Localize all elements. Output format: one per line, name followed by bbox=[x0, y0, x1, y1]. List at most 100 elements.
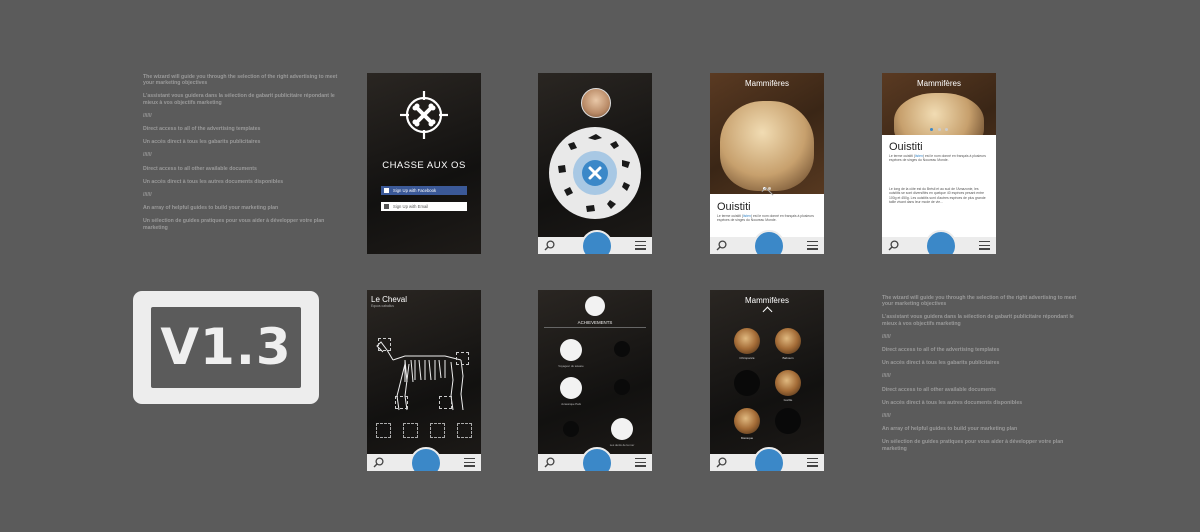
home-crosshair-button[interactable] bbox=[581, 230, 613, 254]
bottom-nav bbox=[367, 447, 481, 471]
note-line: Un sélection de guides pratiques pour vo… bbox=[882, 439, 1064, 452]
menu-icon[interactable] bbox=[635, 458, 646, 467]
note-line: L'assistant vous guidera dans la sélecti… bbox=[143, 93, 335, 106]
facebook-signup-button[interactable]: Sign Up with Facebook bbox=[381, 186, 467, 195]
app-title: CHASSE AUX OS bbox=[382, 160, 466, 171]
listen-link[interactable]: listen bbox=[743, 214, 751, 218]
skull-label: Babouin bbox=[782, 356, 794, 360]
locked-achievement-icon[interactable] bbox=[563, 421, 579, 437]
animal-name: Ouistiti bbox=[717, 201, 751, 213]
note-line: ////// bbox=[143, 192, 152, 199]
bone-slot[interactable] bbox=[456, 352, 469, 365]
locked-achievement-icon[interactable] bbox=[614, 341, 630, 357]
achievements-screen: ACHIEVEMENTS Voyageur du savane Jurassiq… bbox=[538, 290, 652, 471]
menu-icon[interactable] bbox=[807, 458, 818, 467]
bone-piece[interactable] bbox=[457, 423, 472, 438]
search-icon[interactable] bbox=[544, 457, 555, 468]
medal-icon bbox=[585, 296, 605, 316]
note-line: Direct access to all other available doc… bbox=[143, 165, 257, 172]
version-badge: V1.3 bbox=[133, 291, 319, 404]
note-line: The wizard will guide you through the se… bbox=[882, 295, 1077, 308]
chevron-up-icon[interactable] bbox=[762, 306, 773, 317]
search-icon[interactable] bbox=[716, 457, 727, 468]
animal-name: Ouistiti bbox=[889, 141, 923, 153]
locked-skull-icon[interactable] bbox=[734, 370, 760, 396]
animal-short-description: Le terme ouistiti (listen) est le nom do… bbox=[717, 214, 814, 223]
note-line: Un accès direct à tous les autres docume… bbox=[882, 399, 1023, 406]
note-line: L'assistant vous guidera dans la sélecti… bbox=[882, 314, 1074, 327]
skeleton-puzzle-screen: Le Cheval Equus caballus bbox=[367, 290, 481, 471]
facebook-signup-label: Sign Up with Facebook bbox=[393, 188, 437, 193]
skull-thumbnail[interactable] bbox=[734, 408, 760, 434]
bone-piece[interactable] bbox=[430, 423, 445, 438]
home-crosshair-button[interactable] bbox=[925, 230, 957, 254]
email-signup-label: Sign Up with Email bbox=[393, 204, 429, 209]
menu-icon[interactable] bbox=[464, 458, 475, 467]
bone-slot[interactable] bbox=[378, 338, 391, 351]
note-line: Un accès direct à tous les gabarits publ… bbox=[143, 139, 261, 146]
bone-slot[interactable] bbox=[439, 396, 452, 409]
email-icon bbox=[384, 204, 389, 210]
search-icon[interactable] bbox=[716, 240, 727, 251]
home-crosshair-button[interactable] bbox=[753, 230, 785, 254]
bone-piece[interactable] bbox=[403, 423, 418, 438]
home-crosshair-button[interactable] bbox=[410, 447, 442, 471]
skull-thumbnail[interactable] bbox=[734, 328, 760, 354]
bottom-nav bbox=[882, 230, 996, 254]
search-icon[interactable] bbox=[544, 240, 555, 251]
hunt-menu-screen bbox=[538, 73, 652, 254]
listen-link[interactable]: listen bbox=[915, 154, 923, 158]
note-line: The wizard will guide you through the se… bbox=[143, 74, 338, 87]
locked-skull-icon[interactable] bbox=[775, 408, 801, 434]
skull-thumbnail[interactable] bbox=[775, 328, 801, 354]
note-line: An array of helpful guides to build your… bbox=[143, 205, 279, 212]
avatar[interactable] bbox=[581, 88, 611, 118]
skull-label: Macaque bbox=[740, 436, 754, 440]
skeleton-title: Le Cheval bbox=[371, 295, 408, 304]
skull-thumbnail[interactable] bbox=[775, 370, 801, 396]
note-line: ////// bbox=[143, 112, 152, 119]
achievement-label: Les dents de la mer bbox=[609, 443, 635, 447]
animal-detail-expanded-screen: Mammifères Ouistiti Le terme ouistiti (l… bbox=[882, 73, 996, 254]
bone-piece[interactable] bbox=[376, 423, 391, 438]
achievement-label: Jurassique Park bbox=[560, 402, 582, 406]
bone-slot[interactable] bbox=[395, 396, 408, 409]
email-signup-button[interactable]: Sign Up with Email bbox=[381, 202, 467, 211]
skull-photo bbox=[720, 101, 814, 191]
note-line: ////// bbox=[143, 152, 152, 159]
achievement-badge[interactable] bbox=[560, 377, 582, 399]
skull-label: Gorille bbox=[783, 398, 793, 402]
login-screen: CHASSE AUX OS Sign Up with Facebook Sign… bbox=[367, 73, 481, 254]
achievement-label: Voyageur du savane bbox=[558, 364, 584, 368]
menu-icon[interactable] bbox=[979, 241, 990, 250]
search-icon[interactable] bbox=[888, 240, 899, 251]
locked-achievement-icon[interactable] bbox=[614, 379, 630, 395]
search-icon[interactable] bbox=[373, 457, 384, 468]
skull-label: Chimpanzé bbox=[739, 356, 755, 360]
animal-long-description: Le long de la côte est du Brésil et au s… bbox=[889, 187, 986, 205]
divider bbox=[544, 327, 646, 328]
animal-short-description: Le terme ouistiti (listen) est le nom do… bbox=[889, 154, 986, 163]
whale-icon bbox=[586, 205, 595, 212]
animal-detail-screen: Mammifères Ouistiti Le terme ouistiti (l… bbox=[710, 73, 824, 254]
category-title: Mammifères bbox=[744, 79, 789, 88]
version-label: V1.3 bbox=[151, 307, 301, 388]
bone-tray bbox=[376, 423, 472, 438]
notes-panel-right: The wizard will guide you through the se… bbox=[882, 295, 1082, 459]
home-crosshair-button[interactable] bbox=[581, 447, 613, 471]
pager-dots[interactable] bbox=[930, 128, 948, 131]
home-crosshair-button[interactable] bbox=[753, 447, 785, 471]
crosshair-bone-logo-icon bbox=[400, 91, 448, 139]
collection-screen: Mammifères Chimpanzé Babouin Gorille Mac… bbox=[710, 290, 824, 471]
menu-icon[interactable] bbox=[635, 241, 646, 250]
note-line: ////// bbox=[882, 333, 891, 340]
category-title: Mammifères bbox=[916, 79, 961, 88]
category-title: Mammifères bbox=[744, 296, 789, 305]
note-line: Direct access to all of the advertising … bbox=[882, 347, 1000, 354]
menu-icon[interactable] bbox=[807, 241, 818, 250]
facebook-icon bbox=[384, 188, 389, 194]
achievement-badge[interactable] bbox=[560, 339, 582, 361]
note-line: Direct access to all of the advertising … bbox=[143, 126, 261, 133]
achievement-badge[interactable] bbox=[611, 418, 633, 440]
notes-panel-left: The wizard will guide you through the se… bbox=[143, 74, 343, 238]
